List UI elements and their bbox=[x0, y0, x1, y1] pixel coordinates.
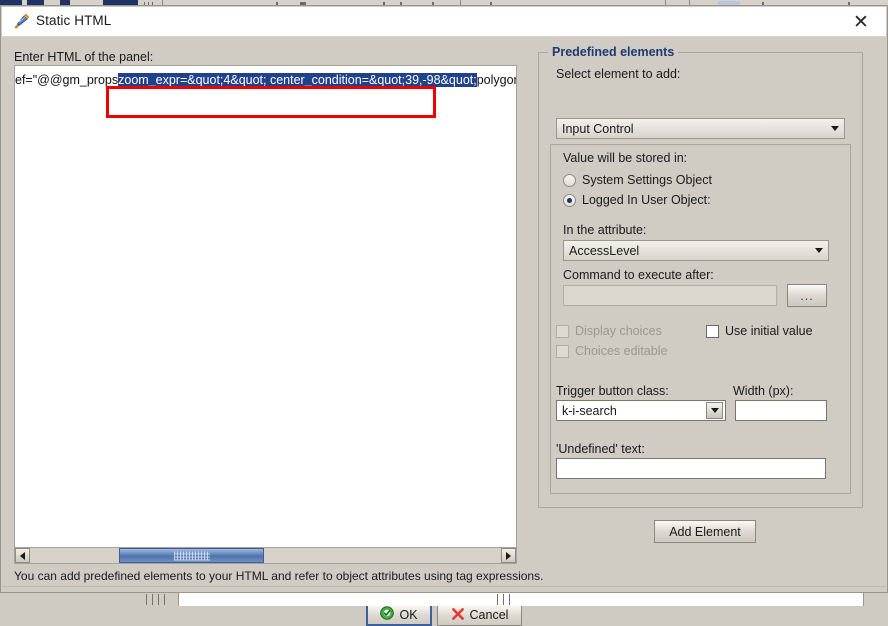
ok-button-label: OK bbox=[399, 607, 418, 622]
checkbox-indicator-icon bbox=[706, 324, 719, 338]
close-icon[interactable]: ✕ bbox=[844, 10, 878, 34]
cancel-button-label: Cancel bbox=[469, 608, 509, 622]
command-label: Command to execute after: bbox=[563, 268, 714, 282]
paintbrush-icon bbox=[13, 13, 30, 30]
html-text-selected: zoom_expr=&quot;4&quot; center_condition… bbox=[118, 73, 477, 87]
command-input[interactable] bbox=[563, 285, 777, 306]
attribute-label: In the attribute: bbox=[563, 223, 647, 237]
radio-indicator-icon bbox=[563, 193, 576, 207]
dialog-titlebar: Static HTML ✕ bbox=[2, 7, 886, 37]
checkbox-indicator-icon bbox=[556, 324, 569, 338]
ok-button[interactable]: OK bbox=[366, 603, 432, 626]
chevron-down-icon[interactable] bbox=[826, 119, 844, 138]
checkbox-display-choices: Display choices bbox=[556, 324, 662, 338]
chevron-down-icon[interactable] bbox=[810, 241, 828, 260]
editor-horizontal-scrollbar[interactable] bbox=[14, 547, 517, 564]
attribute-value: AccessLevel bbox=[569, 243, 640, 258]
undefined-text-input[interactable] bbox=[556, 458, 826, 479]
radio-label: System Settings Object bbox=[582, 173, 712, 187]
footer-separator bbox=[2, 586, 886, 587]
radio-system-settings-object[interactable]: System Settings Object bbox=[563, 173, 712, 187]
cancel-button[interactable]: Cancel bbox=[437, 604, 522, 626]
scroll-right-arrow-icon[interactable] bbox=[501, 548, 516, 563]
trigger-class-value: k-i-search bbox=[562, 403, 617, 418]
html-editor[interactable]: ef="@@gm_propszoom_expr=&quot;4&quot; ce… bbox=[14, 65, 517, 555]
select-element-label: Select element to add: bbox=[556, 67, 681, 81]
scroll-left-arrow-icon[interactable] bbox=[15, 548, 30, 563]
checkbox-choices-editable: Choices editable bbox=[556, 344, 667, 358]
html-text-after: polygon_attr_nam bbox=[476, 73, 516, 87]
checkbox-label: Choices editable bbox=[575, 344, 668, 358]
trigger-class-label: Trigger button class: bbox=[556, 384, 669, 398]
scrollbar-thumb[interactable] bbox=[119, 548, 264, 563]
radio-label: Logged In User Object: bbox=[582, 193, 711, 207]
check-circle-icon bbox=[380, 606, 395, 623]
radio-logged-in-user-object[interactable]: Logged In User Object: bbox=[563, 193, 711, 207]
radio-indicator-icon bbox=[563, 173, 576, 187]
predefined-elements-group-title: Predefined elements bbox=[548, 45, 679, 59]
width-label: Width (px): bbox=[733, 384, 794, 398]
dialog-body: Enter HTML of the panel: ef="@@gm_propsz… bbox=[2, 37, 886, 626]
chevron-down-icon[interactable] bbox=[706, 402, 723, 419]
attribute-combobox[interactable]: AccessLevel bbox=[563, 240, 829, 261]
scrollbar-grip-icon bbox=[173, 551, 210, 560]
trigger-class-combobox[interactable]: k-i-search bbox=[556, 400, 726, 421]
editor-hint-text: You can add predefined elements to your … bbox=[14, 569, 544, 583]
background-window-bottom-strip bbox=[0, 593, 888, 606]
x-mark-icon bbox=[451, 607, 465, 624]
enter-html-label: Enter HTML of the panel: bbox=[14, 50, 154, 64]
value-stored-label: Value will be stored in: bbox=[563, 151, 688, 165]
select-element-combobox[interactable]: Input Control bbox=[556, 118, 845, 139]
checkbox-use-initial-value[interactable]: Use initial value bbox=[706, 324, 813, 338]
html-text-before: ef="@@gm_props bbox=[15, 73, 119, 87]
width-input[interactable] bbox=[735, 400, 827, 421]
undefined-text-label: 'Undefined' text: bbox=[556, 442, 645, 456]
add-element-button[interactable]: Add Element bbox=[654, 520, 756, 543]
browse-button[interactable]: ... bbox=[787, 284, 827, 307]
checkbox-label: Use initial value bbox=[725, 324, 813, 338]
dialog-title: Static HTML bbox=[36, 13, 112, 28]
checkbox-label: Display choices bbox=[575, 324, 662, 338]
static-html-dialog: Static HTML ✕ Enter HTML of the panel: e… bbox=[0, 5, 888, 626]
html-editor-line: ef="@@gm_propszoom_expr=&quot;4&quot; ce… bbox=[15, 72, 516, 88]
select-element-value: Input Control bbox=[562, 121, 634, 136]
checkbox-indicator-icon bbox=[556, 344, 569, 358]
